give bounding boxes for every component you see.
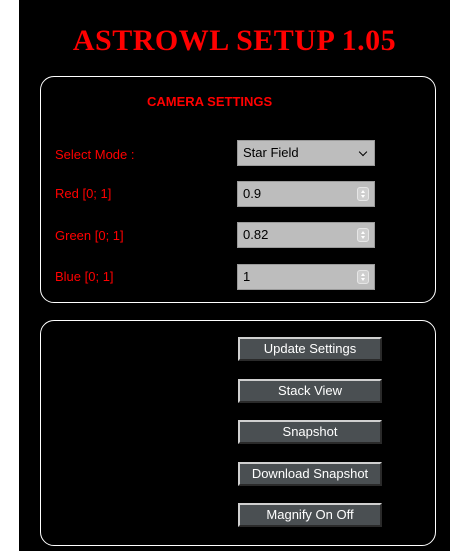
chevron-down-icon [358,147,368,157]
blue-spinner-icon[interactable] [357,270,369,284]
spin-up-icon [361,231,365,234]
mode-select-value: Star Field [243,145,299,160]
green-input[interactable]: 0.82 [237,222,375,248]
snapshot-button[interactable]: Snapshot [238,420,382,444]
green-input-value: 0.82 [243,227,269,242]
spin-up-icon [361,190,365,193]
actions-panel: Update Settings Stack View Snapshot Down… [40,320,436,546]
spin-up-icon [361,273,365,276]
blue-input[interactable]: 1 [237,264,375,290]
blue-label: Blue [0; 1] [55,269,114,284]
select-mode-label: Select Mode : [55,147,135,162]
spin-down-icon [361,195,365,198]
camera-settings-title: CAMERA SETTINGS [147,94,273,109]
magnify-toggle-button[interactable]: Magnify On Off [238,503,382,527]
blue-input-value: 1 [243,269,251,284]
mode-select[interactable]: Star Field [237,140,375,166]
red-input-value: 0.9 [243,186,262,201]
green-spinner-icon[interactable] [357,228,369,242]
red-label: Red [0; 1] [55,186,112,201]
page-title: ASTROWL SETUP 1.05 [72,24,397,57]
red-input[interactable]: 0.9 [237,181,375,207]
camera-settings-panel: CAMERA SETTINGS Select Mode : Star Field… [40,76,436,303]
update-settings-button[interactable]: Update Settings [238,337,382,361]
red-spinner-icon[interactable] [357,187,369,201]
stack-view-button[interactable]: Stack View [238,379,382,403]
spin-down-icon [361,236,365,239]
download-snapshot-button[interactable]: Download Snapshot [238,462,382,486]
app-screen: ASTROWL SETUP 1.05 CAMERA SETTINGS Selec… [19,0,450,551]
spin-down-icon [361,278,365,281]
green-label: Green [0; 1] [55,228,124,243]
